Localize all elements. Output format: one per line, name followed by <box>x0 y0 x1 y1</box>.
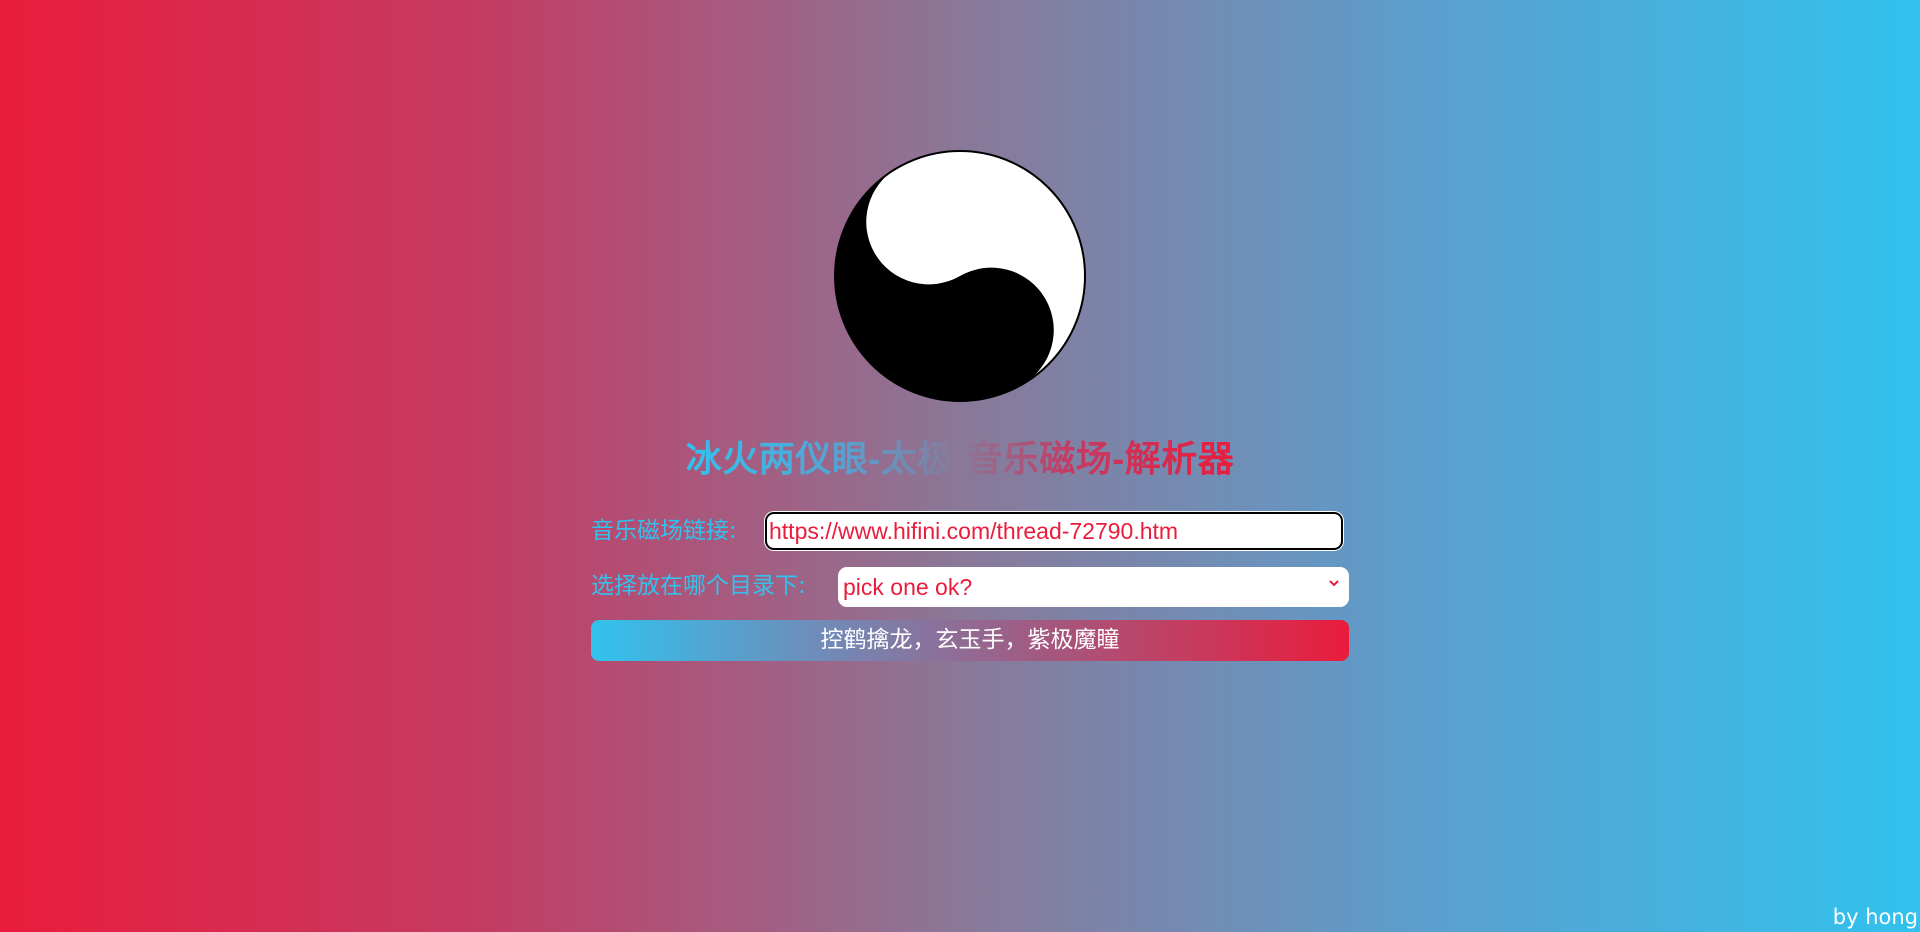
url-row: 音乐磁场链接: <box>591 510 1349 553</box>
chevron-down-icon <box>1329 580 1339 587</box>
yin-yang-icon <box>833 149 1087 403</box>
url-label: 音乐磁场链接: <box>591 518 737 544</box>
footer-credit: by hong <box>1832 905 1918 929</box>
parse-form: 音乐磁场链接: 选择放在哪个目录下: pick one ok? 控鹤擒龙，玄玉手… <box>591 510 1349 661</box>
dir-label: 选择放在哪个目录下: <box>591 573 806 599</box>
page: 冰火两仪眼-太极-音乐磁场-解析器 音乐磁场链接: 选择放在哪个目录下: pic… <box>0 0 1920 932</box>
dir-row: 选择放在哪个目录下: pick one ok? <box>591 565 1349 608</box>
page-title: 冰火两仪眼-太极-音乐磁场-解析器 <box>685 438 1235 479</box>
url-input[interactable] <box>765 512 1343 550</box>
submit-button[interactable]: 控鹤擒龙，玄玉手，紫极魔瞳 <box>591 620 1349 661</box>
dir-select[interactable]: pick one ok? <box>838 567 1349 607</box>
dir-select-value: pick one ok? <box>843 574 973 600</box>
